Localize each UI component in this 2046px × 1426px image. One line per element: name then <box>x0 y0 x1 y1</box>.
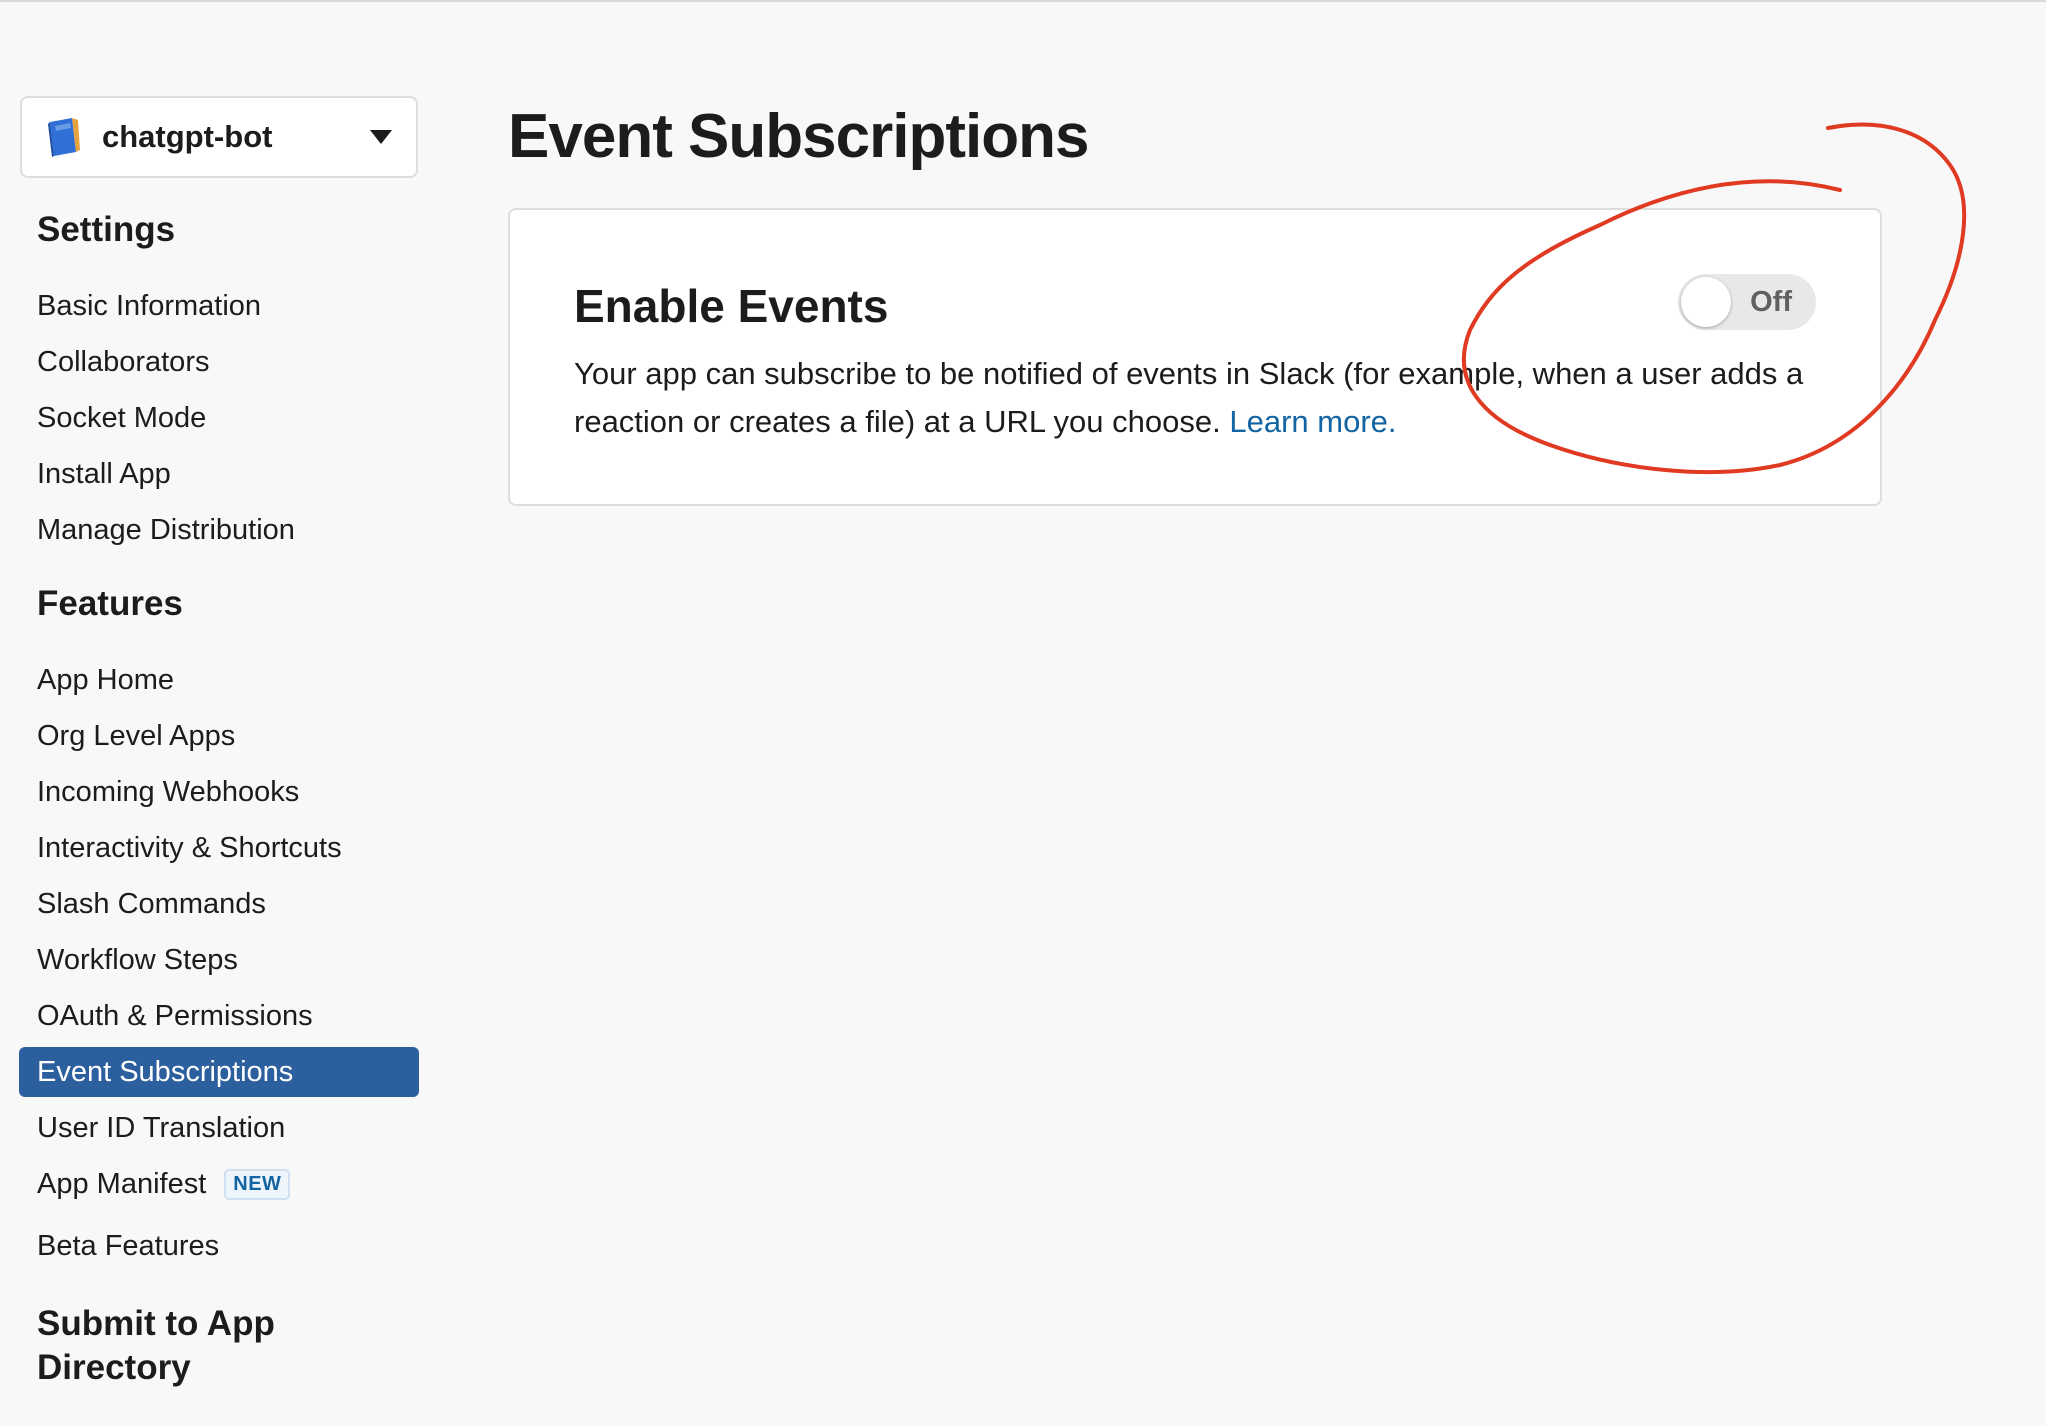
toggle-state-label: Off <box>1750 286 1792 318</box>
sidebar-item-app-manifest[interactable]: App Manifest NEW <box>19 1159 419 1209</box>
app-selector-dropdown[interactable]: chatgpt-bot <box>20 96 418 178</box>
toggle-knob <box>1681 277 1731 327</box>
sidebar-item-install-app[interactable]: Install App <box>19 449 419 499</box>
page-title: Event Subscriptions <box>508 102 1089 171</box>
card-title: Enable Events <box>574 280 889 332</box>
sidebar-item-basic-information[interactable]: Basic Information <box>19 281 419 331</box>
submit-to-app-directory-heading[interactable]: Submit to App Directory <box>37 1302 275 1390</box>
sidebar-item-incoming-webhooks[interactable]: Incoming Webhooks <box>19 767 419 817</box>
sidebar-item-org-level-apps[interactable]: Org Level Apps <box>19 711 419 761</box>
enable-events-toggle[interactable]: Off <box>1678 274 1816 330</box>
settings-heading: Settings <box>37 210 176 249</box>
submit-heading-line2: Directory <box>37 1348 191 1387</box>
app-name: chatgpt-bot <box>102 119 273 154</box>
sidebar-item-collaborators[interactable]: Collaborators <box>19 337 419 387</box>
sidebar-item-oauth-permissions[interactable]: OAuth & Permissions <box>19 991 419 1041</box>
sidebar-item-workflow-steps[interactable]: Workflow Steps <box>19 935 419 985</box>
submit-heading-line1: Submit to App <box>37 1304 275 1343</box>
sidebar-item-event-subscriptions[interactable]: Event Subscriptions <box>19 1047 419 1097</box>
sidebar-item-slash-commands[interactable]: Slash Commands <box>19 879 419 929</box>
features-heading: Features <box>37 584 183 623</box>
description-text: Your app can subscribe to be notified of… <box>574 356 1804 439</box>
enable-events-card: Enable Events Your app can subscribe to … <box>508 208 1882 506</box>
sidebar-item-app-home[interactable]: App Home <box>19 655 419 705</box>
learn-more-link[interactable]: Learn more. <box>1229 404 1396 439</box>
sidebar-item-user-id-translation[interactable]: User ID Translation <box>19 1103 419 1153</box>
card-description: Your app can subscribe to be notified of… <box>574 350 1864 446</box>
sidebar-item-manage-distribution[interactable]: Manage Distribution <box>19 505 419 555</box>
sidebar-item-beta-features[interactable]: Beta Features <box>19 1221 419 1271</box>
sidebar-item-interactivity-shortcuts[interactable]: Interactivity & Shortcuts <box>19 823 419 873</box>
notebook-icon <box>48 118 80 157</box>
chevron-down-icon <box>370 130 392 144</box>
sidebar-item-label: App Manifest <box>37 1167 207 1200</box>
window-top-edge <box>0 0 2046 2</box>
sidebar-item-socket-mode[interactable]: Socket Mode <box>19 393 419 443</box>
new-badge: NEW <box>224 1168 291 1200</box>
